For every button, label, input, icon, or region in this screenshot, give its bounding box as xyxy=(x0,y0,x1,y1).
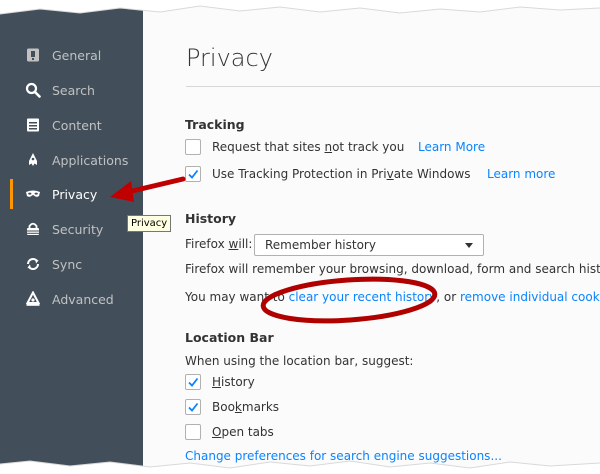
general-icon xyxy=(25,47,41,63)
privacy-mask-icon xyxy=(25,186,41,202)
label-text: ate Windows xyxy=(393,167,471,181)
suggest-open-tabs-checkbox[interactable] xyxy=(185,424,201,440)
suggest-bookmarks-label[interactable]: Bookmarks xyxy=(212,400,279,414)
content-icon xyxy=(25,117,41,133)
suggest-history-checkbox[interactable] xyxy=(185,374,201,390)
sidebar-item-label: Security xyxy=(52,222,104,237)
label-text: Use Tracking Protection in Pri xyxy=(212,167,387,181)
label-text: Firefox xyxy=(185,237,229,251)
sidebar-item-applications[interactable]: Applications xyxy=(0,145,143,175)
suggest-history-label[interactable]: History xyxy=(212,375,255,389)
security-icon xyxy=(25,221,41,237)
sidebar-item-privacy[interactable]: Privacy xyxy=(0,179,143,209)
sidebar-item-label: Advanced xyxy=(52,292,114,307)
do-not-track-learn-more-link[interactable]: Learn More xyxy=(418,140,485,154)
search-icon xyxy=(25,82,41,98)
label-text: ill: xyxy=(238,237,253,251)
sidebar-item-sync[interactable]: Sync xyxy=(0,249,143,279)
sidebar-item-advanced[interactable]: Advanced xyxy=(0,284,143,314)
sidebar-item-label: Sync xyxy=(52,257,83,272)
remember-history-description: Firefox will remember your browsing, dow… xyxy=(185,262,600,276)
history-mode-dropdown[interactable]: Remember history xyxy=(254,234,484,256)
sidebar-item-label: Search xyxy=(52,83,95,98)
sidebar-item-label: Privacy xyxy=(52,187,98,202)
privacy-pane: Privacy Tracking Request that sites not … xyxy=(143,0,600,474)
sidebar-item-label: General xyxy=(52,48,102,63)
tracking-protection-learn-more-link[interactable]: Learn more xyxy=(487,167,555,181)
access-key: n xyxy=(324,140,333,154)
sidebar-item-content[interactable]: Content xyxy=(0,110,143,140)
sync-icon xyxy=(25,256,41,272)
selected-indicator xyxy=(10,179,13,209)
tracking-heading: Tracking xyxy=(185,117,245,132)
suggest-open-tabs-label[interactable]: Open tabs xyxy=(212,425,274,439)
applications-icon xyxy=(25,152,41,168)
title-divider xyxy=(186,86,600,87)
torn-edge-top xyxy=(0,0,600,15)
sidebar-item-security[interactable]: Security xyxy=(0,214,143,244)
label-text: marks xyxy=(241,400,280,414)
advanced-icon xyxy=(25,290,41,307)
preferences-window: General Search Content Applications Priv… xyxy=(0,0,600,474)
torn-edge-bottom xyxy=(0,460,600,474)
sidebar: General Search Content Applications Priv… xyxy=(0,0,143,474)
sidebar-item-search[interactable]: Search xyxy=(0,75,143,105)
access-key: w xyxy=(228,237,239,251)
label-text: , or xyxy=(436,290,460,304)
suggest-bookmarks-checkbox[interactable] xyxy=(185,399,201,415)
remove-cookies-link[interactable]: remove individual cookies. xyxy=(460,290,600,304)
label-text: istory xyxy=(221,375,255,389)
label-text: pen tabs xyxy=(221,425,274,439)
sidebar-item-label: Content xyxy=(52,118,102,133)
privacy-tooltip: Privacy xyxy=(127,215,172,232)
dropdown-arrow-icon xyxy=(465,243,473,248)
access-key: H xyxy=(212,375,222,389)
do-not-track-checkbox[interactable] xyxy=(185,139,201,155)
label-text: You may want to xyxy=(185,290,289,304)
checkmark-icon xyxy=(188,402,199,412)
location-bar-heading: Location Bar xyxy=(185,330,274,345)
firefox-will-label: Firefox will: xyxy=(185,237,252,251)
history-heading: History xyxy=(185,211,237,226)
access-key: v xyxy=(386,167,394,181)
label-text: Boo xyxy=(212,400,235,414)
page-title: Privacy xyxy=(186,44,273,72)
sidebar-item-label: Applications xyxy=(52,153,129,168)
checkmark-icon xyxy=(188,377,199,387)
do-not-track-label[interactable]: Request that sites not track you xyxy=(212,140,404,154)
tracking-protection-checkbox[interactable] xyxy=(185,166,201,182)
access-key: k xyxy=(234,400,242,414)
may-want-text: You may want to clear your recent histor… xyxy=(185,290,600,304)
clear-recent-history-link[interactable]: clear your recent history xyxy=(289,290,437,304)
label-text: ot track you xyxy=(332,140,405,154)
tracking-protection-label[interactable]: Use Tracking Protection in Private Windo… xyxy=(212,167,471,181)
checkmark-icon xyxy=(188,169,199,179)
sidebar-item-general[interactable]: General xyxy=(0,40,143,70)
dropdown-value: Remember history xyxy=(265,238,376,252)
suggest-label: When using the location bar, suggest: xyxy=(185,354,414,368)
label-text: Request that sites xyxy=(212,140,325,154)
